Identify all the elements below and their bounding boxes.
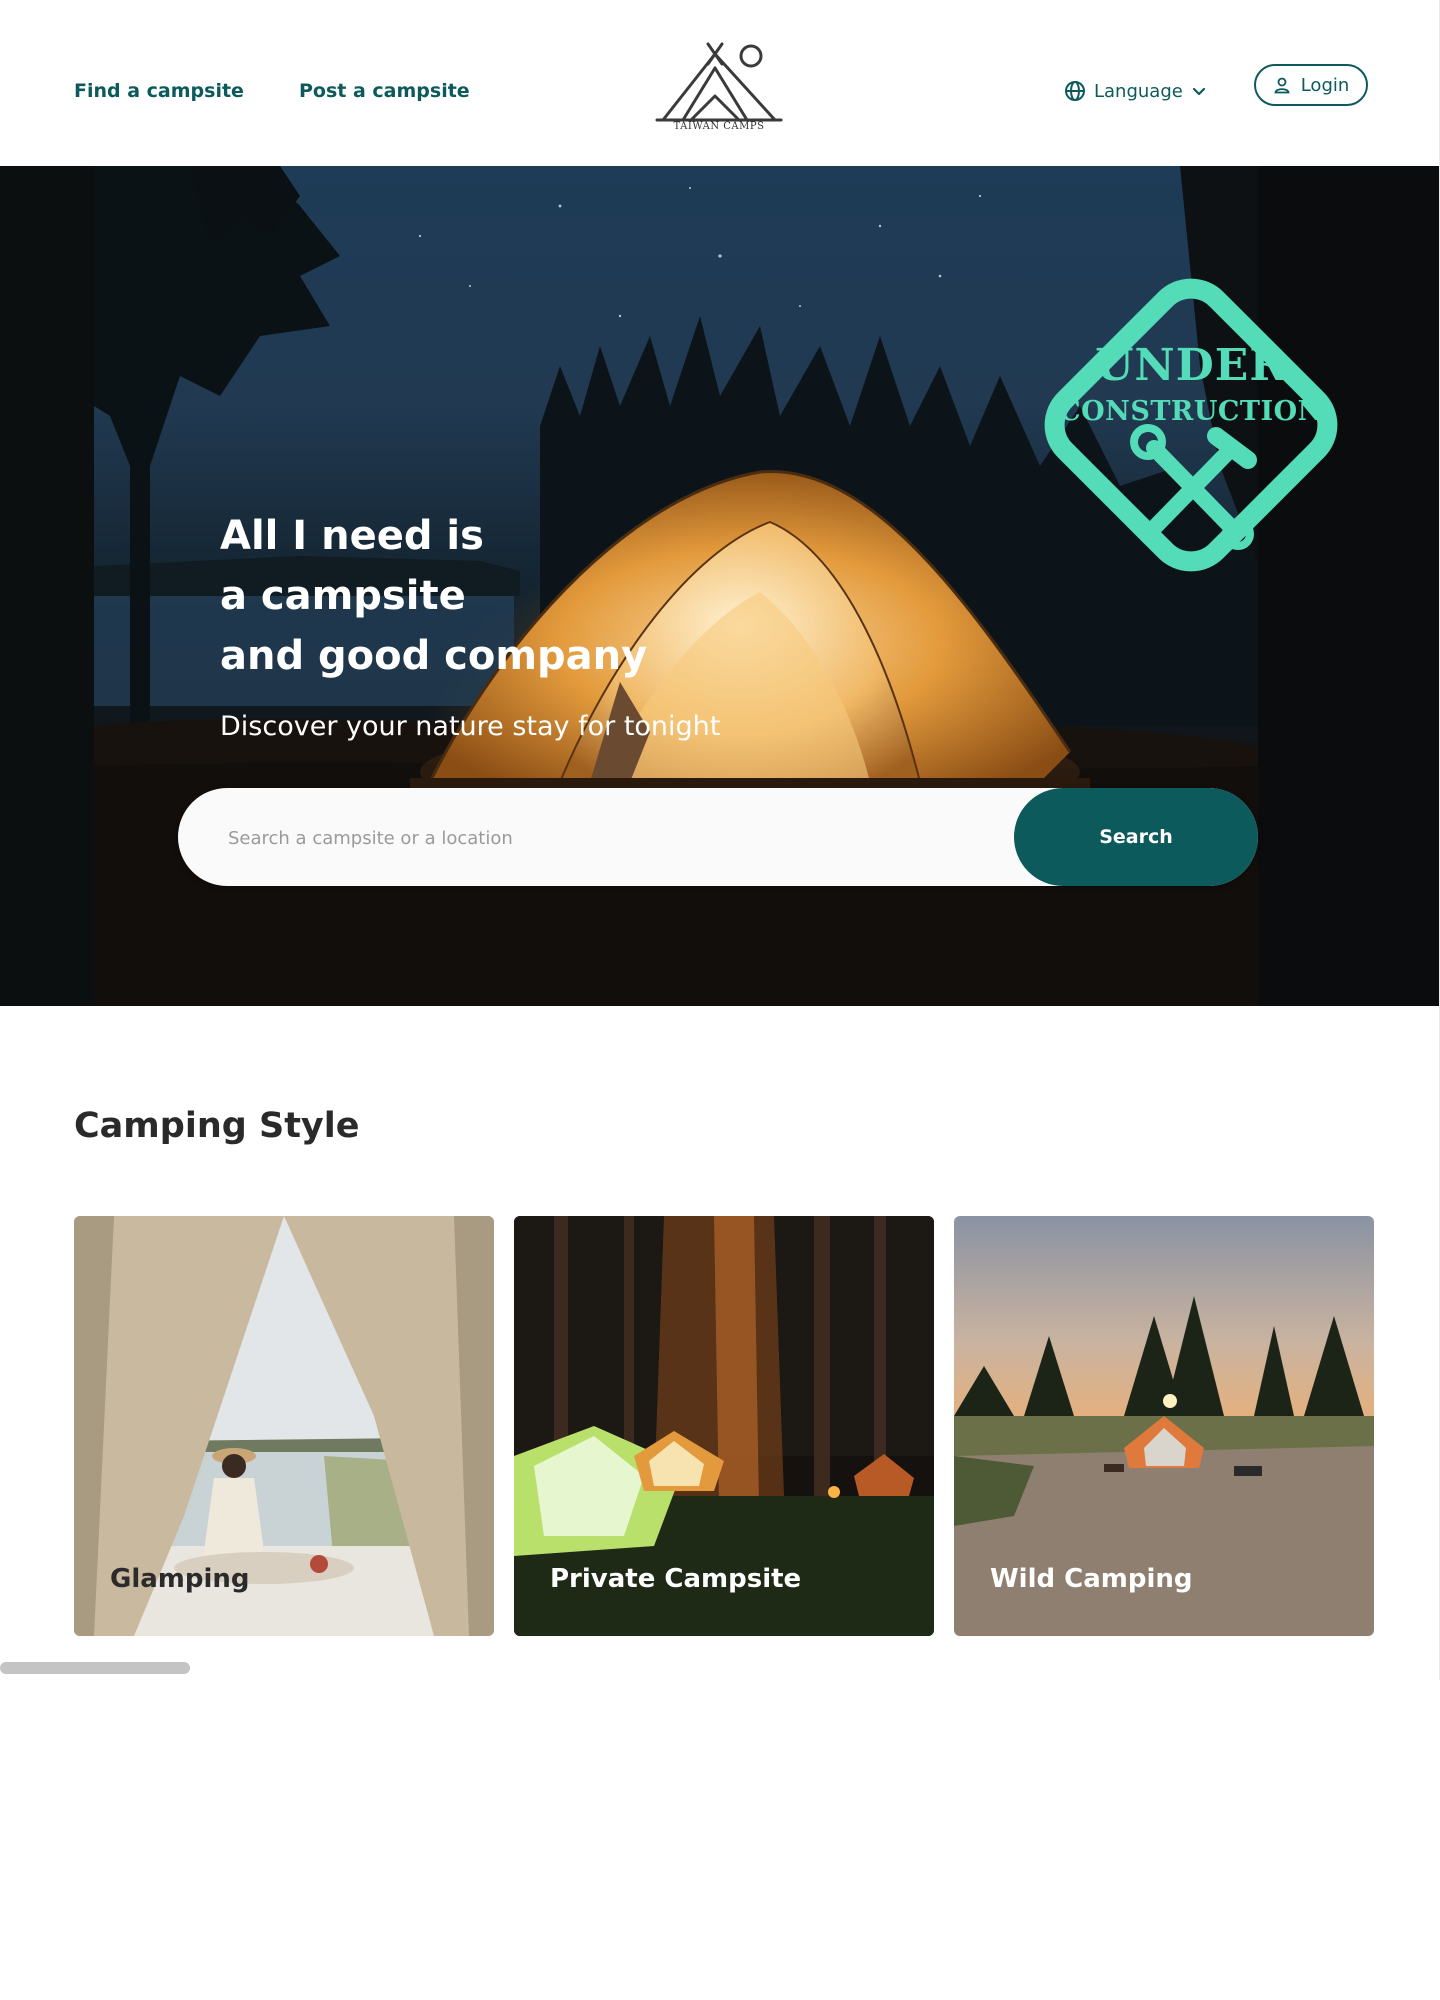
hero-subtitle: Discover your nature stay for tonight	[220, 711, 721, 742]
scrollbar-thumb[interactable]	[0, 1662, 190, 1674]
section-title-camping-style: Camping Style	[74, 1106, 360, 1146]
under-construction-stamp: UNDER CONSTRUCTION	[1004, 238, 1378, 612]
camping-card-glamping[interactable]: Glamping	[74, 1216, 494, 1636]
nav-find-campsite[interactable]: Find a campsite	[74, 80, 244, 102]
page: Find a campsite Post a campsite TAIWAN C…	[0, 0, 1440, 1680]
hero-title: All I need is a campsite and good compan…	[220, 506, 647, 686]
language-selector[interactable]: Language	[1064, 78, 1207, 104]
globe-icon	[1065, 81, 1085, 101]
tent-logo-icon	[655, 42, 783, 122]
hero-title-line-3: and good company	[220, 633, 648, 679]
user-icon	[1274, 77, 1290, 94]
language-label: Language	[1094, 80, 1183, 102]
horizontal-scrollbar	[0, 1662, 1440, 1674]
card-label-wild-camping: Wild Camping	[990, 1564, 1193, 1594]
hero-banner: All I need is a campsite and good compan…	[0, 166, 1440, 1006]
logo[interactable]: TAIWAN CAMPS	[655, 38, 783, 138]
chevron-down-icon	[1192, 87, 1205, 96]
search-bar: Search	[178, 788, 1258, 888]
camping-card-wild-camping[interactable]: Wild Camping	[954, 1216, 1374, 1636]
site-header: Find a campsite Post a campsite TAIWAN C…	[0, 0, 1440, 166]
hero-title-line-1: All I need is	[220, 513, 484, 559]
camping-card-private-campsite[interactable]: Private Campsite	[514, 1216, 934, 1636]
stamp-line-2: CONSTRUCTION	[1059, 396, 1323, 427]
card-label-glamping: Glamping	[110, 1564, 250, 1594]
stamp-line-1: UNDER	[1095, 340, 1287, 391]
logo-text: TAIWAN CAMPS	[673, 121, 765, 132]
card-label-private-campsite: Private Campsite	[550, 1564, 802, 1594]
hero-title-line-2: a campsite	[220, 573, 466, 619]
nav-post-campsite[interactable]: Post a campsite	[299, 80, 470, 102]
camping-style-cards: Glamping Private Campsite Wild Camping	[74, 1216, 1374, 1636]
search-input[interactable]	[226, 788, 1130, 888]
search-button[interactable]: Search	[1014, 788, 1258, 886]
login-button[interactable]: Login	[1254, 64, 1368, 106]
wrench-hammer-icon	[1130, 424, 1257, 550]
login-label: Login	[1300, 74, 1350, 96]
